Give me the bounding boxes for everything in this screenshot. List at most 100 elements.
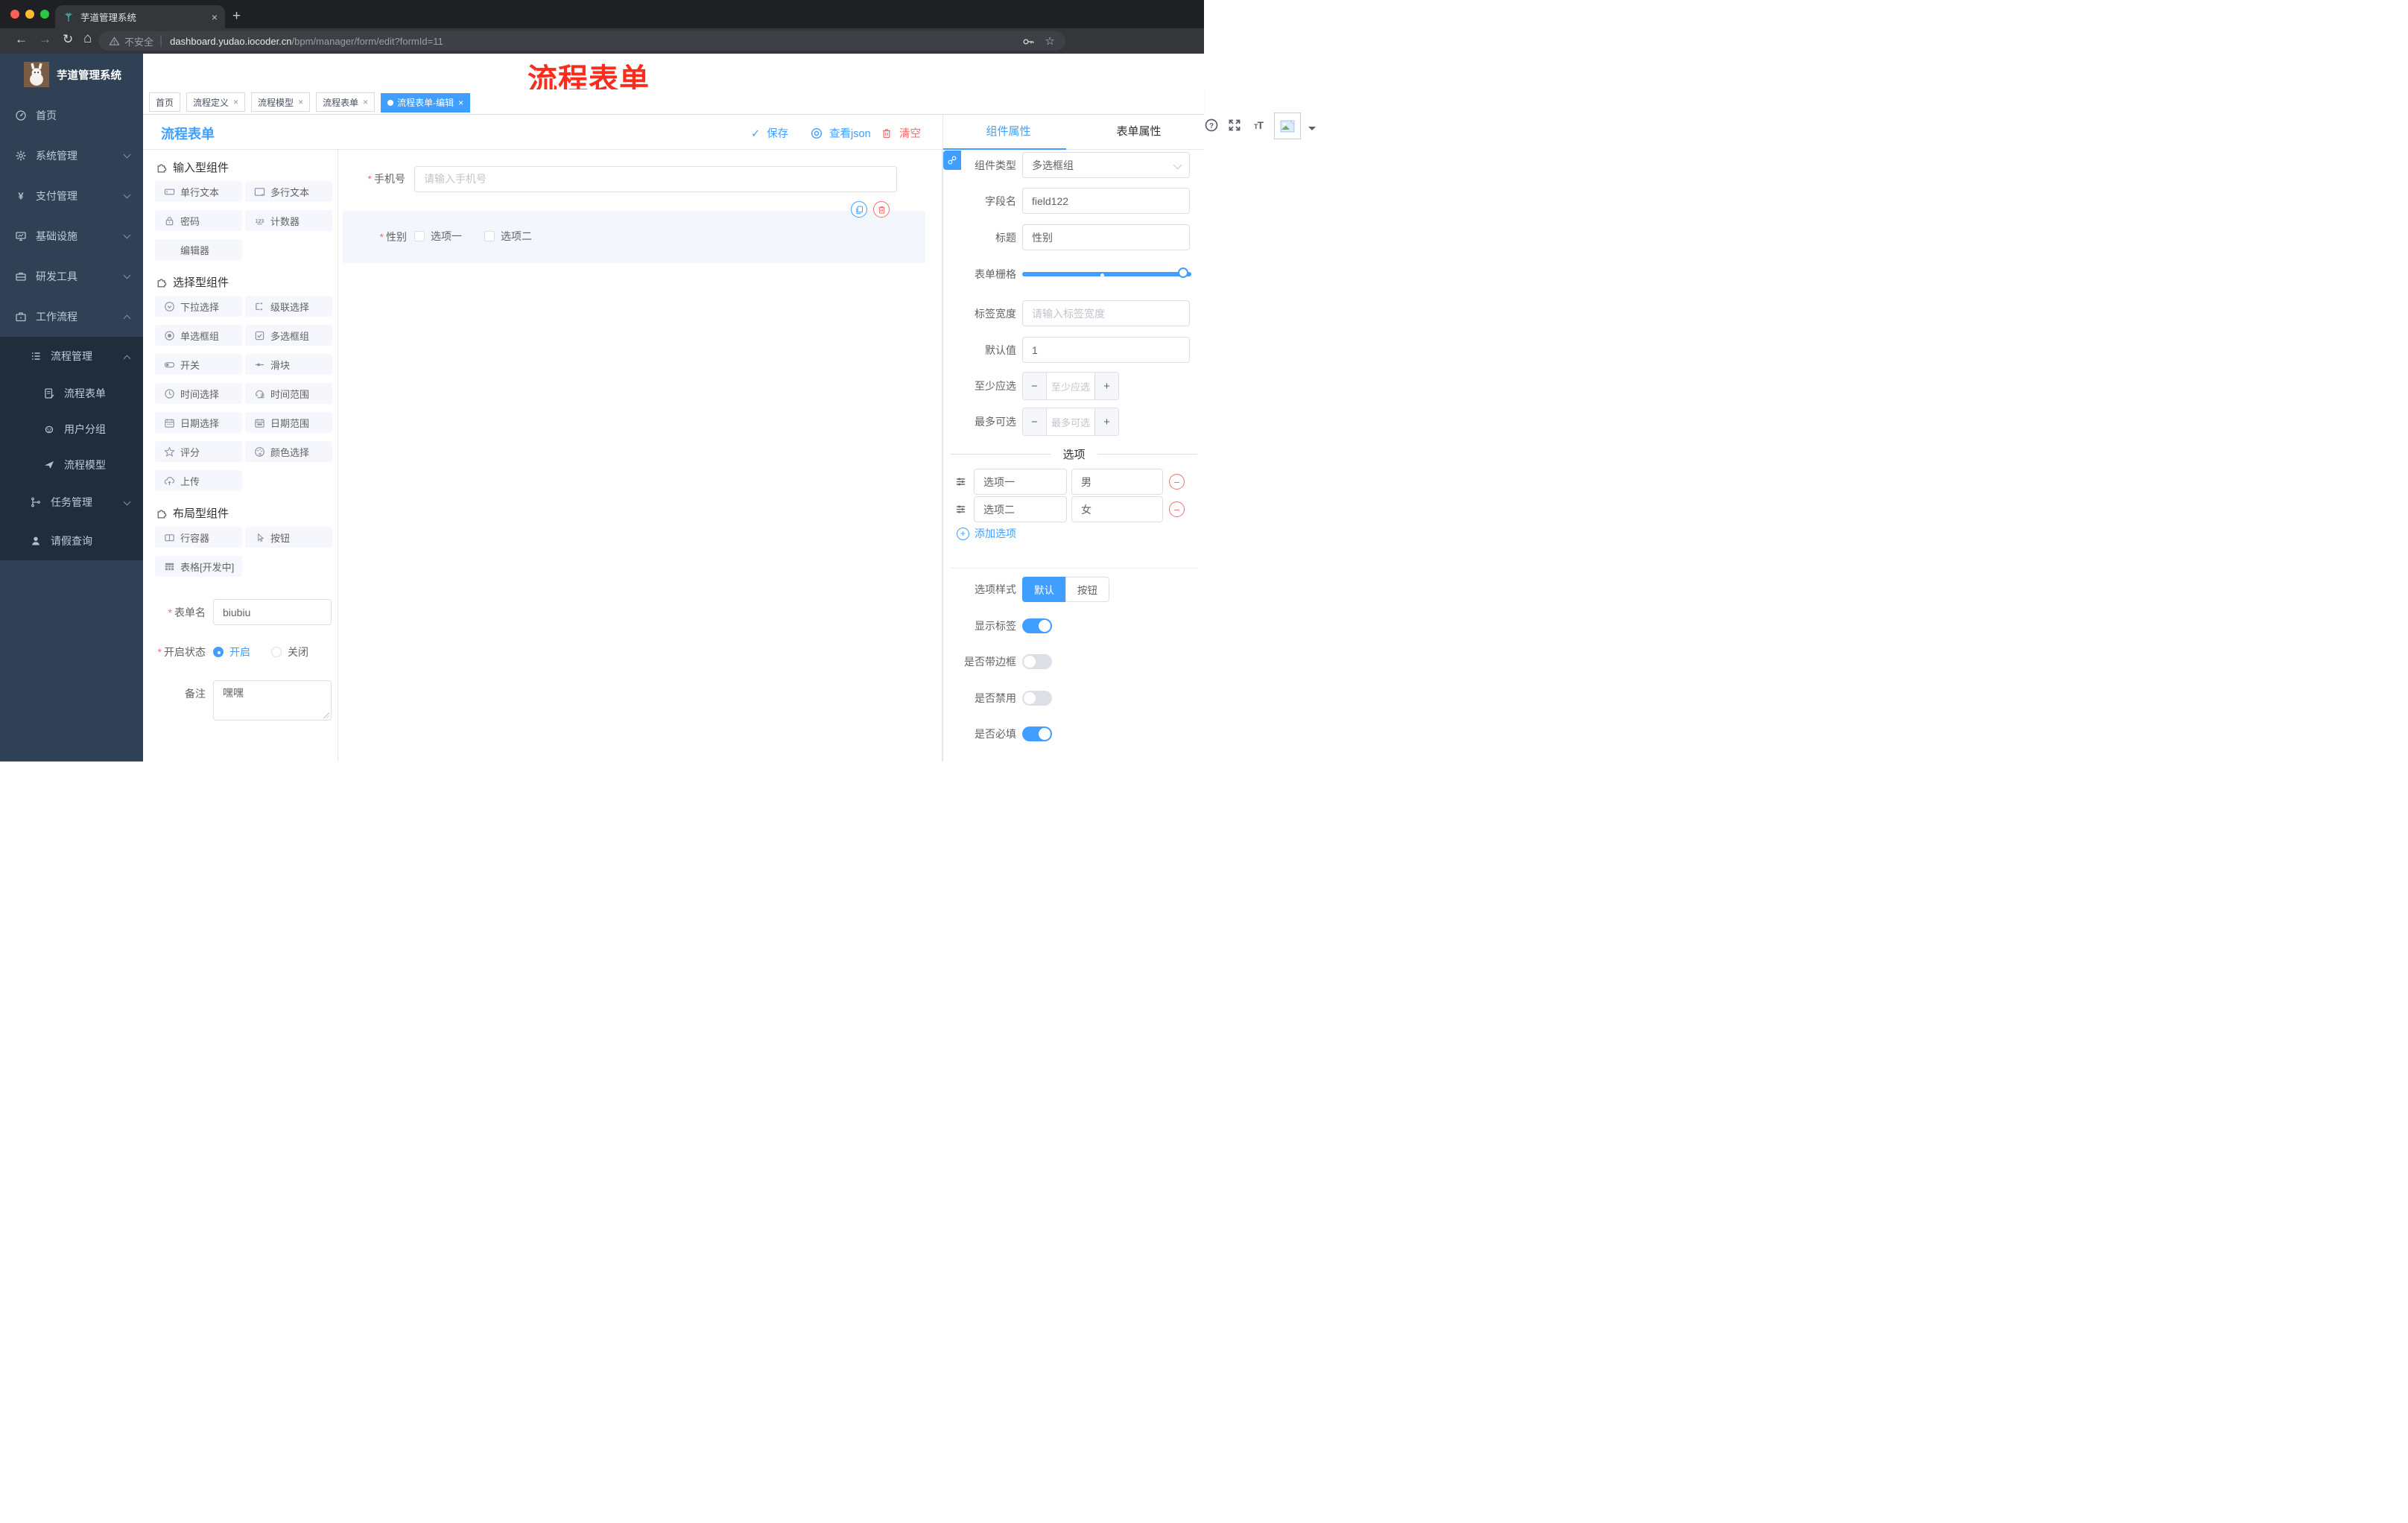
option-label-input[interactable]: 选项二 (974, 496, 1067, 522)
max-select-placeholder[interactable]: 最多可选 (1047, 408, 1094, 435)
sidebar-item[interactable]: 任务管理 (0, 483, 143, 522)
title-input[interactable]: 性别 (1022, 224, 1190, 250)
form-grid-slider[interactable] (1022, 261, 1191, 288)
drag-handle-icon[interactable] (955, 504, 966, 515)
palette-item[interactable]: 级联选择 (245, 296, 332, 317)
tab-form-props[interactable]: 表单属性 (1074, 115, 1204, 149)
palette-item[interactable]: 编辑器 (155, 239, 242, 260)
palette-item[interactable]: 日期范围 (245, 412, 332, 433)
sidebar-item[interactable]: 基础设施 (0, 216, 143, 256)
view-json-button[interactable]: 查看json (811, 125, 871, 141)
palette-item[interactable]: 单行文本 (155, 181, 242, 202)
palette-item[interactable]: 评分 (155, 441, 242, 462)
sidebar-item[interactable]: 首页 (0, 95, 143, 136)
window-minimize-button[interactable] (25, 10, 34, 19)
delete-component-button[interactable] (873, 201, 890, 218)
option-value-input[interactable]: 女 (1071, 496, 1163, 522)
tags-view-tab[interactable]: 首页 × (149, 92, 181, 112)
palette-item[interactable]: 时间选择 (155, 383, 242, 404)
tab-component-props[interactable]: 组件属性 (943, 115, 1074, 149)
palette-item[interactable]: 日期选择 (155, 412, 242, 433)
palette-item[interactable]: 按钮 (245, 527, 332, 548)
toggle-switch[interactable] (1022, 654, 1052, 669)
help-icon[interactable] (1204, 118, 1219, 133)
browser-tab[interactable]: 芋道管理系统 × (55, 5, 225, 28)
palette-item[interactable]: 上传 (155, 470, 242, 491)
min-select-placeholder[interactable]: 至少应选 (1047, 373, 1094, 399)
palette-item[interactable]: 滑块 (245, 354, 332, 375)
tags-view-tab[interactable]: 流程定义 × (186, 92, 246, 112)
palette-item[interactable]: 下拉选择 (155, 296, 242, 317)
canvas-field-phone[interactable]: 手机号 请输入手机号 (343, 165, 897, 192)
sidebar-item[interactable]: 支付管理 (0, 176, 143, 216)
default-value-input[interactable]: 1 (1022, 337, 1190, 363)
checkbox-box[interactable] (414, 231, 425, 241)
sidebar-item[interactable]: 流程模型 (0, 447, 143, 483)
canvas-field-gender-selected[interactable]: 性别 选项一 选项二 (343, 201, 925, 263)
new-tab-button[interactable]: + (232, 7, 241, 25)
phone-input[interactable]: 请输入手机号 (414, 165, 897, 192)
window-zoom-button[interactable] (40, 10, 49, 19)
radio-off[interactable]: 关闭 (271, 645, 308, 659)
style-default-button[interactable]: 默认 (1022, 577, 1065, 602)
font-size-icon[interactable] (1250, 118, 1265, 133)
palette-item[interactable]: 表格[开发中] (155, 556, 242, 577)
checkbox-box[interactable] (484, 231, 495, 241)
toggle-switch[interactable] (1022, 726, 1052, 741)
tag-close-icon[interactable]: × (233, 97, 238, 107)
sidebar-item[interactable]: 系统管理 (0, 136, 143, 176)
toggle-switch[interactable] (1022, 618, 1052, 633)
reload-button[interactable]: ↻ (63, 32, 73, 47)
remove-option-button[interactable]: − (1169, 501, 1185, 517)
slider-track[interactable] (1022, 272, 1191, 276)
home-button[interactable]: ⌂ (83, 31, 92, 47)
tab-close-icon[interactable]: × (212, 11, 218, 23)
window-close-button[interactable] (10, 10, 19, 19)
palette-item[interactable]: 行容器 (155, 527, 242, 548)
sidebar-item[interactable]: 研发工具 (0, 256, 143, 297)
stepper-minus-button[interactable]: − (1023, 373, 1047, 399)
sidebar-item[interactable]: 流程管理 (0, 337, 143, 376)
palette-item[interactable]: 多行文本 (245, 181, 332, 202)
textarea-resize-handle[interactable] (323, 712, 329, 718)
component-type-select[interactable]: 多选框组 (1022, 152, 1190, 178)
option-label-input[interactable]: 选项一 (974, 469, 1067, 495)
tag-close-icon[interactable]: × (458, 98, 463, 108)
app-logo[interactable]: 芋道管理系统 (0, 54, 143, 95)
palette-item[interactable]: 单选框组 (155, 325, 242, 346)
palette-item[interactable]: 时间范围 (245, 383, 332, 404)
bookmark-star-icon[interactable]: ☆ (1045, 34, 1055, 48)
sidebar-item[interactable]: 请假查询 (0, 522, 143, 560)
add-option-button[interactable]: + 添加选项 (957, 526, 1016, 541)
stepper-plus-button[interactable]: + (1094, 373, 1118, 399)
fullscreen-icon[interactable] (1227, 118, 1242, 133)
back-button[interactable]: ← (15, 32, 28, 47)
form-name-input[interactable]: biubiu (213, 599, 332, 625)
drag-handle-icon[interactable] (955, 476, 966, 487)
duplicate-component-button[interactable] (851, 201, 867, 218)
forward-button[interactable]: → (39, 32, 51, 47)
stepper-plus-button[interactable]: + (1094, 408, 1118, 435)
tags-view-tab[interactable]: 流程表单-编辑 × (381, 92, 471, 113)
style-button-button[interactable]: 按钮 (1065, 577, 1109, 602)
remove-option-button[interactable]: − (1169, 474, 1185, 490)
form-canvas[interactable]: 手机号 请输入手机号 性别 选项一 选项二 (338, 150, 942, 762)
palette-item[interactable]: 多选框组 (245, 325, 332, 346)
radio-on[interactable]: 开启 (213, 645, 250, 659)
palette-item[interactable]: 密码 (155, 210, 242, 231)
stepper-minus-button[interactable]: − (1023, 408, 1047, 435)
tags-view-tab[interactable]: 流程表单 × (316, 92, 376, 112)
slider-handle[interactable] (1178, 267, 1188, 278)
clear-button[interactable]: 清空 (881, 125, 921, 141)
tag-close-icon[interactable]: × (298, 97, 303, 107)
toggle-switch[interactable] (1022, 691, 1052, 706)
palette-item[interactable]: 颜色选择 (245, 441, 332, 462)
tags-view-tab[interactable]: 流程模型 × (251, 92, 311, 112)
sidebar-item[interactable]: 用户分组 (0, 411, 143, 447)
password-key-icon[interactable] (1021, 34, 1035, 48)
option-value-input[interactable]: 男 (1071, 469, 1163, 495)
label-width-input[interactable]: 请输入标签宽度 (1022, 300, 1190, 326)
avatar[interactable] (1274, 113, 1301, 139)
address-bar[interactable]: 不安全 | dashboard.yudao.iocoder.cn /bpm/ma… (98, 31, 1065, 51)
sidebar-item[interactable]: 工作流程 (0, 297, 143, 337)
